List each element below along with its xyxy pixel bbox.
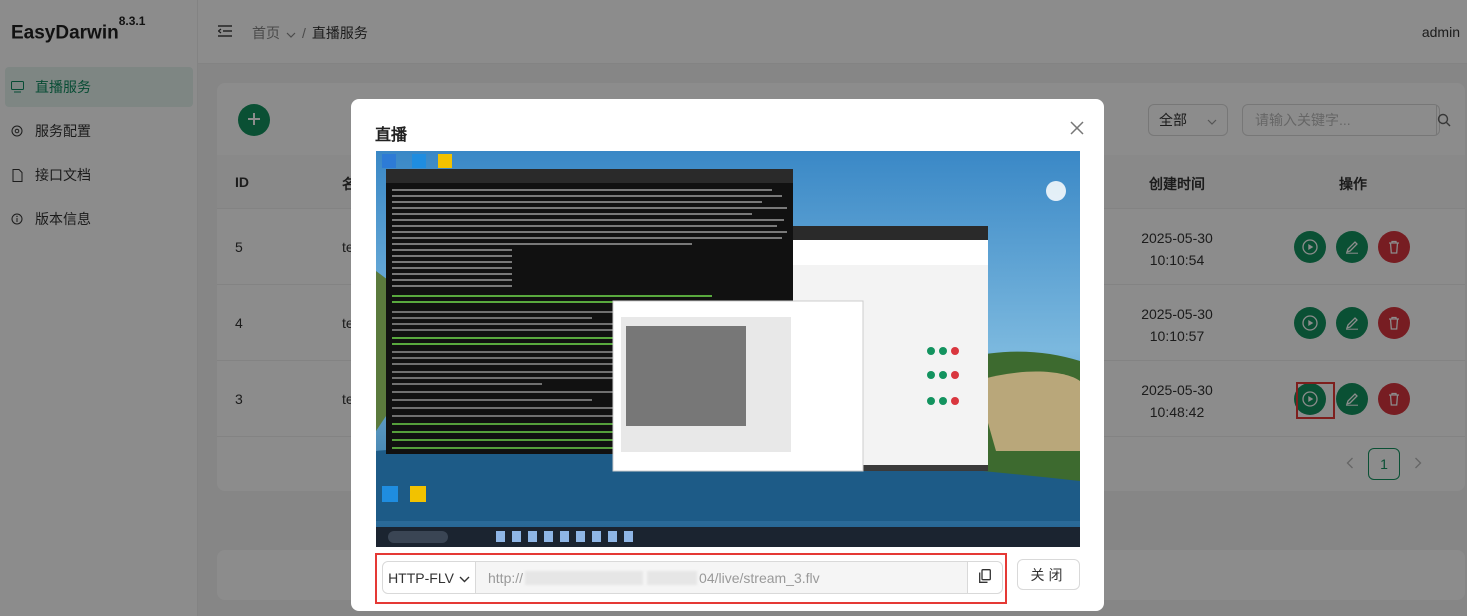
url-suffix: 04/live/stream_3.flv [699, 569, 820, 586]
protocol-value: HTTP-FLV [388, 569, 454, 586]
url-prefix: http:// [488, 569, 524, 586]
modal-title: 直播 [375, 127, 408, 144]
video-frame [376, 151, 1080, 547]
protocol-select[interactable]: HTTP-FLV [383, 562, 476, 593]
live-modal: 直播 HTTP-FLV http:// 04/live/stream_3.flv… [351, 99, 1104, 611]
chevron-down-icon [459, 570, 470, 586]
copy-button[interactable] [967, 562, 1002, 593]
app-root: EasyDarwin8.3.1 直播服务 服务配置 接口文档 版本信息 首页 /… [0, 0, 1467, 616]
stream-url-highlight: HTTP-FLV http:// 04/live/stream_3.flv [375, 553, 1007, 604]
close-button[interactable]: 关闭 [1017, 559, 1080, 590]
stream-url-field[interactable]: http:// 04/live/stream_3.flv [476, 562, 967, 593]
video-player[interactable] [376, 151, 1080, 547]
redacted-host [647, 570, 698, 585]
copy-icon [979, 569, 991, 586]
redacted-host [525, 570, 644, 585]
close-icon[interactable] [1066, 117, 1088, 139]
stream-url-group: HTTP-FLV http:// 04/live/stream_3.flv [382, 561, 1003, 594]
